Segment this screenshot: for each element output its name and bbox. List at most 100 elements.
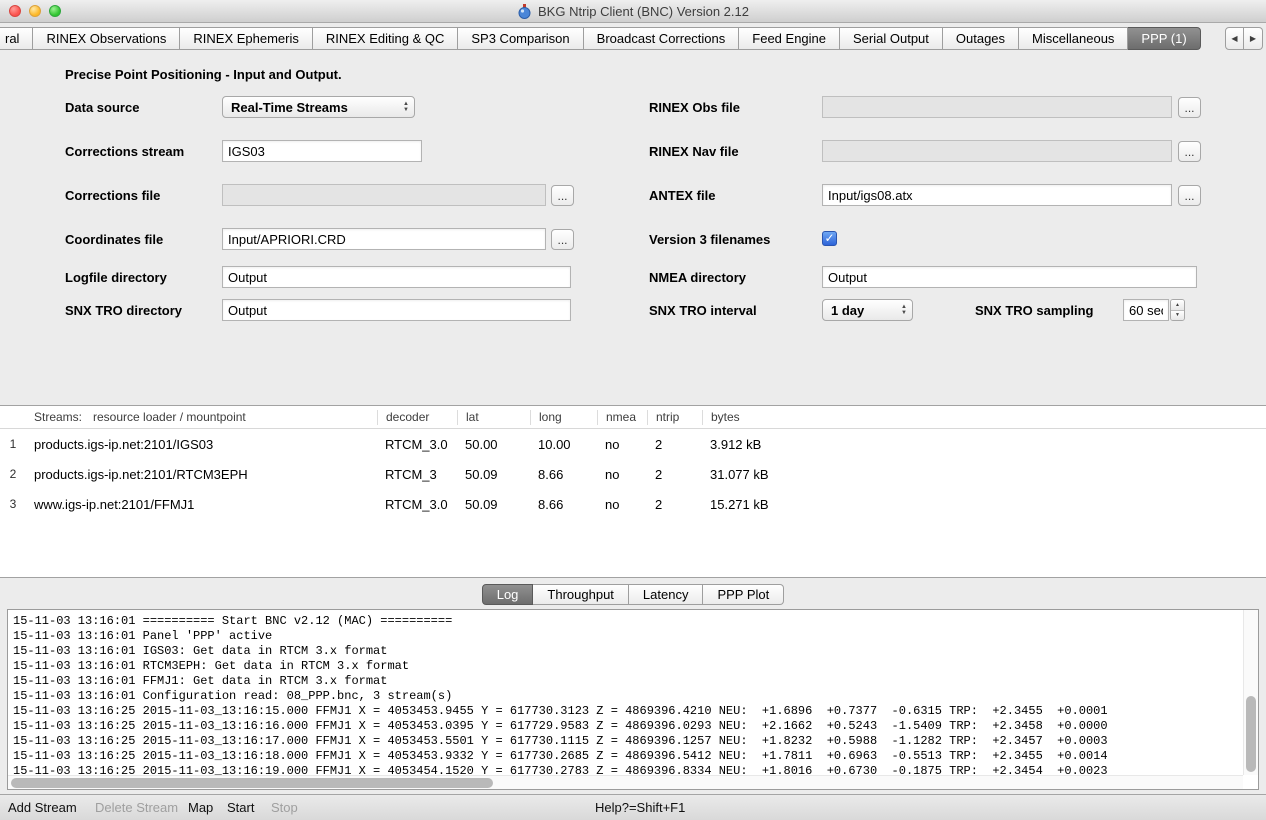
- tab-sp3-comparison[interactable]: SP3 Comparison: [458, 27, 583, 50]
- log-vertical-scrollbar[interactable]: [1243, 610, 1258, 775]
- stream-ntrip: 2: [647, 497, 702, 512]
- rinex-nav-file-label: RINEX Nav file: [649, 144, 739, 159]
- rinex-nav-file-input[interactable]: [822, 140, 1172, 162]
- streams-table: Streams: resource loader / mountpoint de…: [0, 405, 1266, 578]
- stream-long: 8.66: [530, 497, 597, 512]
- snx-tro-interval-dropdown[interactable]: 1 day ▲▼: [822, 299, 913, 321]
- tab-feed-engine[interactable]: Feed Engine: [739, 27, 840, 50]
- add-stream-button[interactable]: Add Stream: [8, 800, 77, 815]
- delete-stream-button[interactable]: Delete Stream: [95, 800, 178, 815]
- stream-mountpoint: products.igs-ip.net:2101/IGS03: [26, 437, 377, 452]
- streams-header-prefix: Streams:: [34, 410, 82, 425]
- stream-mountpoint: www.igs-ip.net:2101/FFMJ1: [26, 497, 377, 512]
- map-button[interactable]: Map: [188, 800, 213, 815]
- tab-scroll-buttons: ◀ ▶: [1225, 27, 1263, 50]
- stepper-down-icon[interactable]: ▼: [1171, 311, 1184, 321]
- log-line: 15-11-03 13:16:01 Panel 'PPP' active: [13, 629, 1240, 644]
- logfile-directory-input[interactable]: [222, 266, 571, 288]
- stream-bytes: 15.271 kB: [702, 497, 1266, 512]
- tab-miscellaneous[interactable]: Miscellaneous: [1019, 27, 1128, 50]
- corrections-stream-label: Corrections stream: [65, 144, 184, 159]
- snx-tro-directory-input[interactable]: [222, 299, 571, 321]
- logfile-directory-label: Logfile directory: [65, 270, 167, 285]
- stream-row[interactable]: 1 products.igs-ip.net:2101/IGS03 RTCM_3.…: [0, 429, 1266, 459]
- tab-ppp-plot[interactable]: PPP Plot: [703, 584, 784, 605]
- stream-row[interactable]: 2 products.igs-ip.net:2101/RTCM3EPH RTCM…: [0, 459, 1266, 489]
- tab-latency[interactable]: Latency: [629, 584, 704, 605]
- log-line: 15-11-03 13:16:25 2015-11-03_13:16:15.00…: [13, 704, 1240, 719]
- long-column-header: long: [530, 410, 597, 425]
- tab-throughput[interactable]: Throughput: [533, 584, 629, 605]
- stream-row[interactable]: 3 www.igs-ip.net:2101/FFMJ1 RTCM_3.0 50.…: [0, 489, 1266, 519]
- data-source-value: Real-Time Streams: [231, 100, 397, 115]
- scroll-right-icon: ▶: [1250, 34, 1256, 43]
- traffic-lights: [9, 5, 61, 17]
- log-line: 15-11-03 13:16:01 FFMJ1: Get data in RTC…: [13, 674, 1240, 689]
- antex-file-browse-button[interactable]: ...: [1178, 185, 1201, 206]
- tab-log[interactable]: Log: [482, 584, 534, 605]
- nmea-directory-input[interactable]: [822, 266, 1197, 288]
- window-title-area: BKG Ntrip Client (BNC) Version 2.12: [0, 0, 1266, 22]
- tab-ppp[interactable]: PPP (1): [1128, 27, 1200, 50]
- tab-general-clipped[interactable]: ral: [0, 27, 33, 50]
- data-source-dropdown[interactable]: Real-Time Streams ▲▼: [222, 96, 415, 118]
- version3-filenames-label: Version 3 filenames: [649, 232, 770, 247]
- antex-file-label: ANTEX file: [649, 188, 715, 203]
- tab-outages[interactable]: Outages: [943, 27, 1019, 50]
- tab-serial-output[interactable]: Serial Output: [840, 27, 943, 50]
- corrections-stream-input[interactable]: [222, 140, 422, 162]
- rinex-obs-file-label: RINEX Obs file: [649, 100, 740, 115]
- dropdown-arrows-icon: ▲▼: [901, 305, 907, 316]
- app-icon: [517, 4, 532, 19]
- rinex-obs-file-input[interactable]: [822, 96, 1172, 118]
- start-button[interactable]: Start: [227, 800, 254, 815]
- nmea-directory-label: NMEA directory: [649, 270, 746, 285]
- log-horizontal-scrollbar-thumb[interactable]: [11, 778, 493, 788]
- stream-ntrip: 2: [647, 437, 702, 452]
- zoom-window-button[interactable]: [49, 5, 61, 17]
- snx-tro-sampling-stepper: ▲ ▼: [1170, 299, 1185, 321]
- log-line: 15-11-03 13:16:01 Configuration read: 08…: [13, 689, 1240, 704]
- tab-rinex-editing-qc[interactable]: RINEX Editing & QC: [313, 27, 459, 50]
- tab-scroll-right-button[interactable]: ▶: [1244, 27, 1263, 50]
- corrections-file-input[interactable]: [222, 184, 546, 206]
- version3-filenames-checkbox[interactable]: ✓: [822, 231, 837, 246]
- antex-file-input[interactable]: [822, 184, 1172, 206]
- log-line: 15-11-03 13:16:25 2015-11-03_13:16:18.00…: [13, 749, 1240, 764]
- corrections-file-browse-button[interactable]: ...: [551, 185, 574, 206]
- help-hint: Help?=Shift+F1: [595, 800, 685, 815]
- stream-row-number: 2: [0, 467, 26, 481]
- tab-broadcast-corrections[interactable]: Broadcast Corrections: [584, 27, 740, 50]
- stream-long: 8.66: [530, 467, 597, 482]
- stop-button[interactable]: Stop: [271, 800, 298, 815]
- stream-decoder: RTCM_3: [377, 467, 457, 482]
- stream-long: 10.00: [530, 437, 597, 452]
- rinex-obs-file-browse-button[interactable]: ...: [1178, 97, 1201, 118]
- close-window-button[interactable]: [9, 5, 21, 17]
- stream-nmea: no: [597, 497, 647, 512]
- titlebar: BKG Ntrip Client (BNC) Version 2.12: [0, 0, 1266, 23]
- log-view[interactable]: 15-11-03 13:16:01 ========== Start BNC v…: [7, 609, 1259, 790]
- tab-rinex-observations[interactable]: RINEX Observations: [33, 27, 180, 50]
- data-source-label: Data source: [65, 100, 139, 115]
- stream-lat: 50.09: [457, 467, 530, 482]
- tab-rinex-ephemeris[interactable]: RINEX Ephemeris: [180, 27, 312, 50]
- snx-tro-sampling-input[interactable]: [1123, 299, 1169, 321]
- snx-tro-sampling-label: SNX TRO sampling: [975, 303, 1093, 318]
- bnc-window: BKG Ntrip Client (BNC) Version 2.12 ral …: [0, 0, 1266, 820]
- coordinates-file-input[interactable]: [222, 228, 546, 250]
- stream-nmea: no: [597, 437, 647, 452]
- snx-tro-interval-value: 1 day: [831, 303, 895, 318]
- window-title: BKG Ntrip Client (BNC) Version 2.12: [538, 4, 749, 19]
- minimize-window-button[interactable]: [29, 5, 41, 17]
- rinex-nav-file-browse-button[interactable]: ...: [1178, 141, 1201, 162]
- streams-header-row: Streams: resource loader / mountpoint de…: [0, 406, 1266, 429]
- log-horizontal-scrollbar[interactable]: [8, 775, 1243, 789]
- log-line: 15-11-03 13:16:01 ========== Start BNC v…: [13, 614, 1240, 629]
- tab-scroll-left-button[interactable]: ◀: [1225, 27, 1244, 50]
- stream-ntrip: 2: [647, 467, 702, 482]
- stepper-up-icon[interactable]: ▲: [1171, 300, 1184, 311]
- nmea-column-header: nmea: [597, 410, 647, 425]
- log-vertical-scrollbar-thumb[interactable]: [1246, 696, 1256, 772]
- coordinates-file-browse-button[interactable]: ...: [551, 229, 574, 250]
